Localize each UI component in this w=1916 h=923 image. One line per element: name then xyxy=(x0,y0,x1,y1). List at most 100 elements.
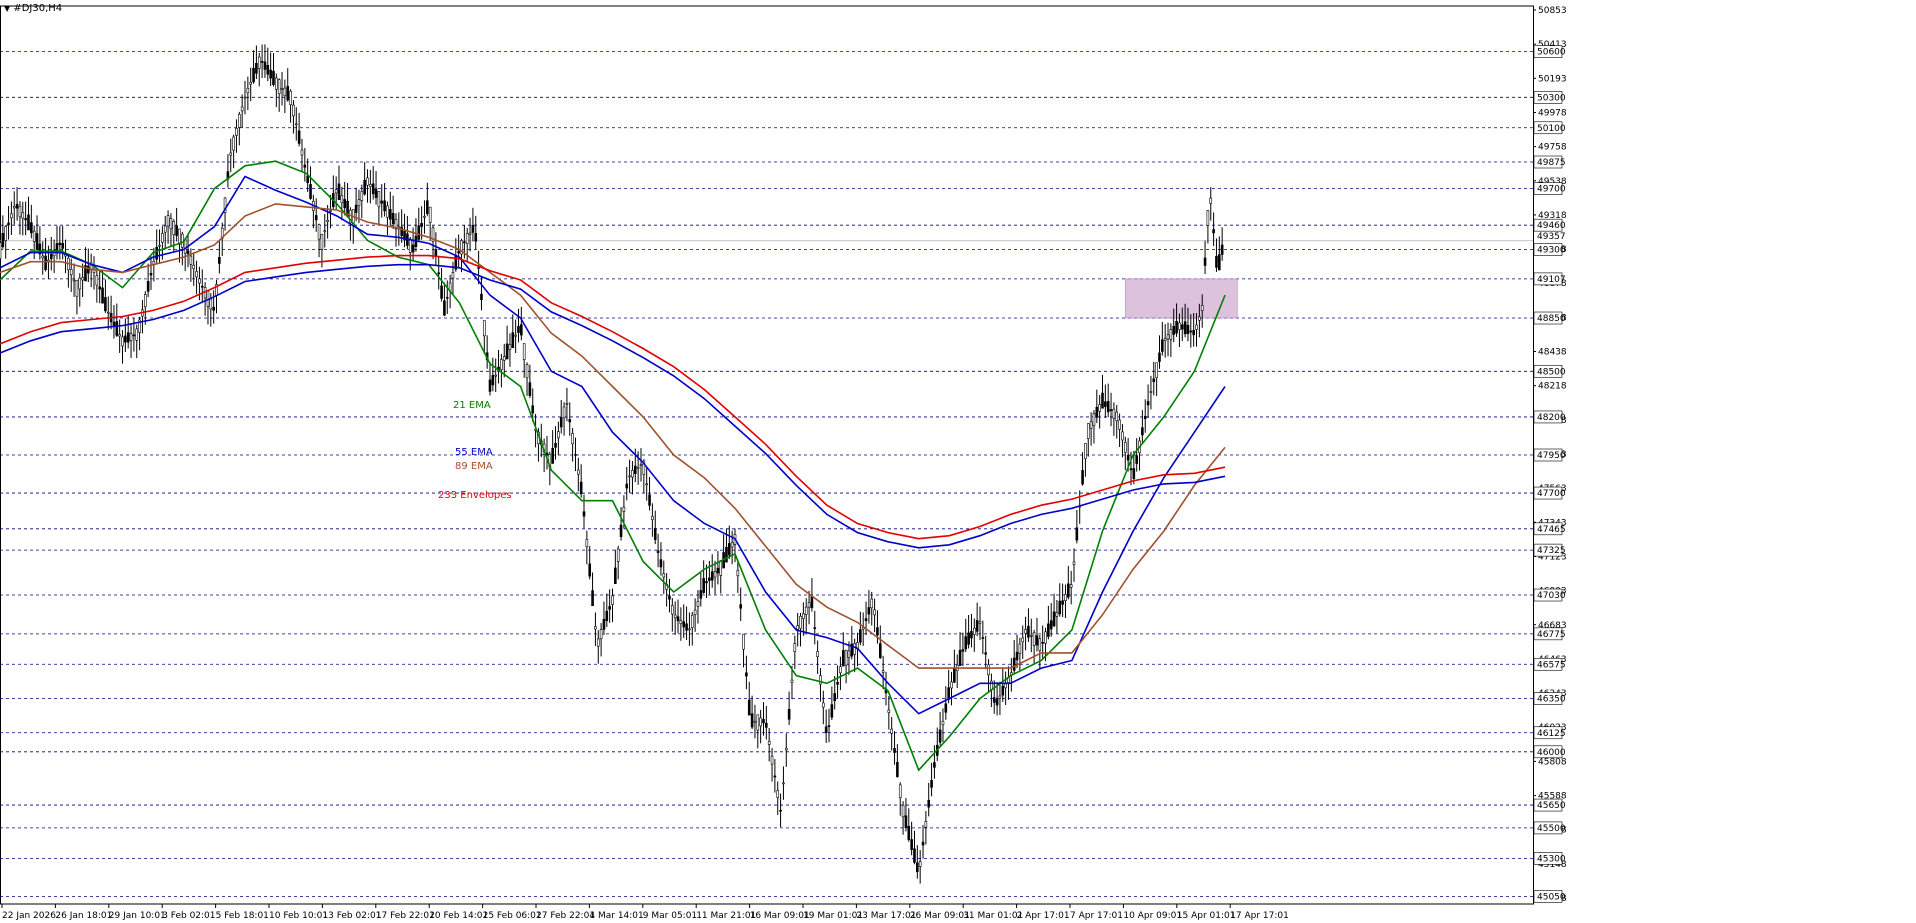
candle-body xyxy=(1158,352,1161,362)
candle-body xyxy=(1,233,5,248)
candle-body xyxy=(297,130,301,144)
x-tick-label: 13 Feb 02:01 xyxy=(322,911,381,921)
candle-body xyxy=(992,697,996,703)
y-tick-label: 50193 xyxy=(1538,74,1567,84)
candle-body xyxy=(306,175,309,184)
price-chart[interactable]: 5085350413501934997849758495384931849098… xyxy=(0,0,1916,923)
candle-body xyxy=(386,205,389,218)
level-label: 47950 xyxy=(1537,451,1566,461)
candle-body xyxy=(309,184,312,199)
candle-body xyxy=(511,332,515,348)
candle-body xyxy=(1106,401,1110,413)
candle-body xyxy=(776,790,780,798)
x-tick-label: 26 Mar 09:01 xyxy=(910,911,970,921)
candle-body xyxy=(907,825,911,840)
y-tick-label: 48218 xyxy=(1538,382,1567,392)
candle-body xyxy=(272,70,275,86)
x-tick-label: 10 Apr 09:01 xyxy=(1123,911,1182,921)
candle-body xyxy=(1024,629,1027,634)
candle-body xyxy=(827,725,831,727)
candle-body xyxy=(252,67,255,83)
candle-body xyxy=(990,680,993,690)
candle-body xyxy=(1004,683,1007,689)
candle-body xyxy=(283,87,287,96)
candle-body xyxy=(559,417,563,428)
candle-body xyxy=(500,359,503,370)
candle-body xyxy=(275,77,278,90)
candle-body xyxy=(380,200,384,204)
candle-body xyxy=(505,343,509,360)
candle-body xyxy=(579,481,583,495)
candle-body xyxy=(1149,391,1153,393)
candle-body xyxy=(950,681,953,689)
annotation-label: 55 EMA xyxy=(455,447,493,458)
series-layer xyxy=(0,160,1226,772)
candle-body xyxy=(819,675,822,685)
candle-body xyxy=(645,483,648,486)
x-tick-label: 25 Feb 06:01 xyxy=(483,911,542,921)
candle-body xyxy=(383,200,386,212)
candle-body xyxy=(841,650,845,667)
candle-body xyxy=(739,604,742,609)
candle-body xyxy=(790,679,794,683)
candle-body xyxy=(1035,635,1039,646)
candle-body xyxy=(1069,584,1073,588)
candle-body xyxy=(337,183,341,200)
candle-body xyxy=(391,213,395,225)
candle-body xyxy=(471,224,475,233)
candle-body xyxy=(779,810,782,812)
candle-body xyxy=(944,703,948,713)
candle-body xyxy=(622,506,626,512)
candle-body xyxy=(1084,443,1087,459)
level-label: 45300 xyxy=(1537,854,1566,864)
candle-body xyxy=(451,272,455,279)
candle-body xyxy=(41,255,45,259)
candle-body xyxy=(910,839,913,850)
candle-body xyxy=(491,375,495,386)
candle-body xyxy=(408,238,412,253)
candle-body xyxy=(95,275,99,286)
candle-body xyxy=(708,577,711,581)
candle-body xyxy=(782,782,785,785)
candle-body xyxy=(1001,685,1005,696)
candle-body xyxy=(1206,210,1210,226)
candle-body xyxy=(292,104,295,117)
candle-body xyxy=(494,374,497,377)
level-label: 49700 xyxy=(1537,185,1566,195)
candle-body xyxy=(124,335,127,343)
candle-body xyxy=(1015,651,1019,661)
zone-layer xyxy=(1125,278,1238,319)
level-label: 46350 xyxy=(1537,695,1566,705)
candle-body xyxy=(1220,244,1224,255)
candle-body xyxy=(1098,404,1101,412)
candle-body xyxy=(605,610,609,621)
support-zone xyxy=(1125,278,1238,319)
candle-body xyxy=(719,560,723,576)
candle-body xyxy=(918,861,922,867)
candle-body xyxy=(1155,362,1158,379)
candle-body xyxy=(263,61,267,70)
candle-body xyxy=(78,277,82,290)
candle-body xyxy=(847,650,851,658)
candle-body xyxy=(522,343,526,360)
candle-body xyxy=(893,748,896,753)
candle-body xyxy=(653,528,657,540)
candle-body xyxy=(688,628,691,631)
candle-body xyxy=(44,255,47,271)
candle-body xyxy=(913,848,916,863)
candle-body xyxy=(981,637,985,639)
candle-body xyxy=(1021,637,1025,643)
candle-body xyxy=(277,79,281,95)
candle-body xyxy=(1195,324,1198,330)
candle-body xyxy=(317,224,321,240)
candle-body xyxy=(750,713,754,728)
annotation-layer: 21 EMA 55 EMA 89 EMA 233 Envelopes xyxy=(438,400,512,501)
candle-body xyxy=(656,550,660,553)
candle-body xyxy=(1118,419,1121,430)
y-tick-label: 50853 xyxy=(1538,6,1567,16)
candle-body xyxy=(961,649,965,652)
candle-body xyxy=(531,405,535,414)
candle-body xyxy=(232,136,235,151)
chart-window: ▼ #DJ30,H4 50853 50413 50193 49978 49758 4953… xyxy=(0,0,1916,923)
candle-body xyxy=(1186,324,1190,334)
